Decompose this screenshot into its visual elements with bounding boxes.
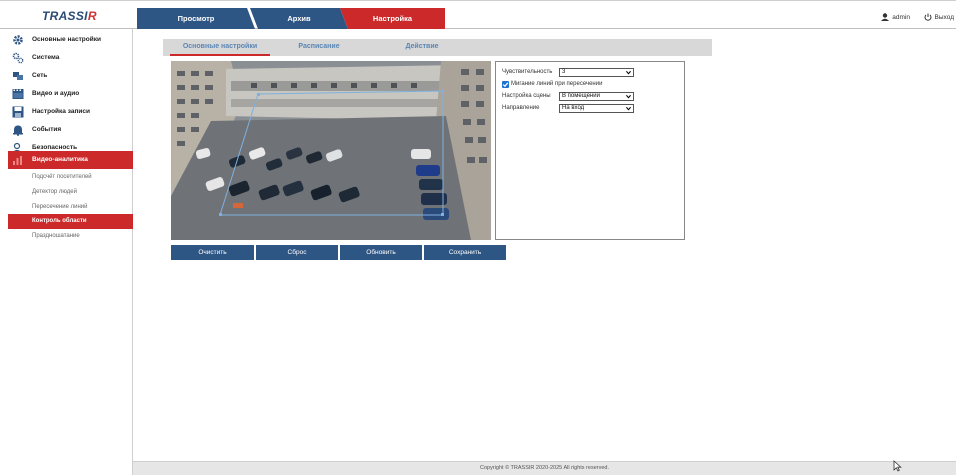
user-icon xyxy=(881,13,890,21)
sensitivity-select[interactable]: 3 xyxy=(559,68,634,77)
area-control-settings-panel: Чувствительность 3 Мигание линий при пер… xyxy=(495,61,685,240)
user-menu[interactable]: admin xyxy=(881,13,910,21)
sidebar-sub-people-detector[interactable]: Детектор людей xyxy=(8,185,133,200)
chevron-down-icon xyxy=(626,94,631,99)
scene-select[interactable]: В помещении xyxy=(559,92,634,101)
mouse-cursor-icon xyxy=(893,460,902,472)
gear-icon xyxy=(13,35,23,45)
network-icon xyxy=(13,72,23,80)
tab-settings[interactable]: Настройка xyxy=(340,8,445,29)
sidebar-item-network[interactable]: Сеть xyxy=(8,67,133,85)
sidebar-item-video-analytics[interactable]: Видео-аналитика xyxy=(8,151,133,169)
blink-lines-checkbox[interactable] xyxy=(502,81,509,88)
scene-label: Настройка сцены xyxy=(502,93,551,99)
sidebar-sub-loitering[interactable]: Праздношатание xyxy=(8,229,133,244)
footer: Copyright © TRASSIR 2020-2025 All rights… xyxy=(133,461,956,475)
reset-button[interactable]: Сброс xyxy=(256,245,338,260)
analytics-icon xyxy=(13,156,22,165)
top-bar: TRASSIR Просмотр Архив Настройка admin В… xyxy=(0,0,956,29)
sidebar-item-record-settings[interactable]: Настройка записи xyxy=(8,103,133,121)
checkmark-icon xyxy=(502,82,509,88)
direction-label: Направление xyxy=(502,105,540,111)
tab-archive[interactable]: Архив xyxy=(250,8,348,29)
bell-icon xyxy=(13,125,23,136)
gears-icon xyxy=(12,52,24,64)
video-preview[interactable] xyxy=(171,61,491,240)
sidebar-item-events[interactable]: События xyxy=(8,121,133,139)
sidebar-item-video-audio[interactable]: Видео и аудио xyxy=(8,85,133,103)
camera-image xyxy=(171,61,491,240)
copyright-text: Copyright © TRASSIR 2020-2025 All rights… xyxy=(480,465,609,471)
refresh-button[interactable]: Обновить xyxy=(340,245,422,260)
save-button[interactable]: Сохранить xyxy=(424,245,506,260)
direction-select[interactable]: На вход xyxy=(559,104,634,113)
subtab-basic-settings[interactable]: Основные настройки xyxy=(170,39,270,56)
power-icon xyxy=(924,13,932,21)
sidebar-sub-area-control[interactable]: Контроль области xyxy=(8,214,133,229)
sidebar-item-system[interactable]: Система xyxy=(8,49,133,67)
chevron-down-icon xyxy=(626,106,631,111)
clear-button[interactable]: Очистить xyxy=(171,245,254,260)
sidebar-sub-line-crossing[interactable]: Пересечение линий xyxy=(8,200,133,215)
logout-button[interactable]: Выход xyxy=(924,13,954,21)
film-icon xyxy=(12,89,24,99)
subtab-schedule[interactable]: Расписание xyxy=(283,39,355,56)
subtab-bar: Основные настройки Расписание Действие xyxy=(163,39,712,56)
blink-lines-label: Мигание линий при пересечении xyxy=(511,81,603,87)
sensitivity-label: Чувствительность xyxy=(502,69,553,75)
tab-view[interactable]: Просмотр xyxy=(137,8,255,29)
chevron-down-icon xyxy=(626,70,631,75)
save-icon xyxy=(12,106,24,118)
sidebar-sub-visitor-count[interactable]: Подсчёт посетителей xyxy=(8,170,133,185)
sidebar: Основные настройки Система Сеть Видео и … xyxy=(0,29,133,475)
sidebar-item-basic-settings[interactable]: Основные настройки xyxy=(8,31,133,49)
trassir-logo[interactable]: TRASSIR xyxy=(42,9,97,23)
subtab-action[interactable]: Действие xyxy=(391,39,453,56)
